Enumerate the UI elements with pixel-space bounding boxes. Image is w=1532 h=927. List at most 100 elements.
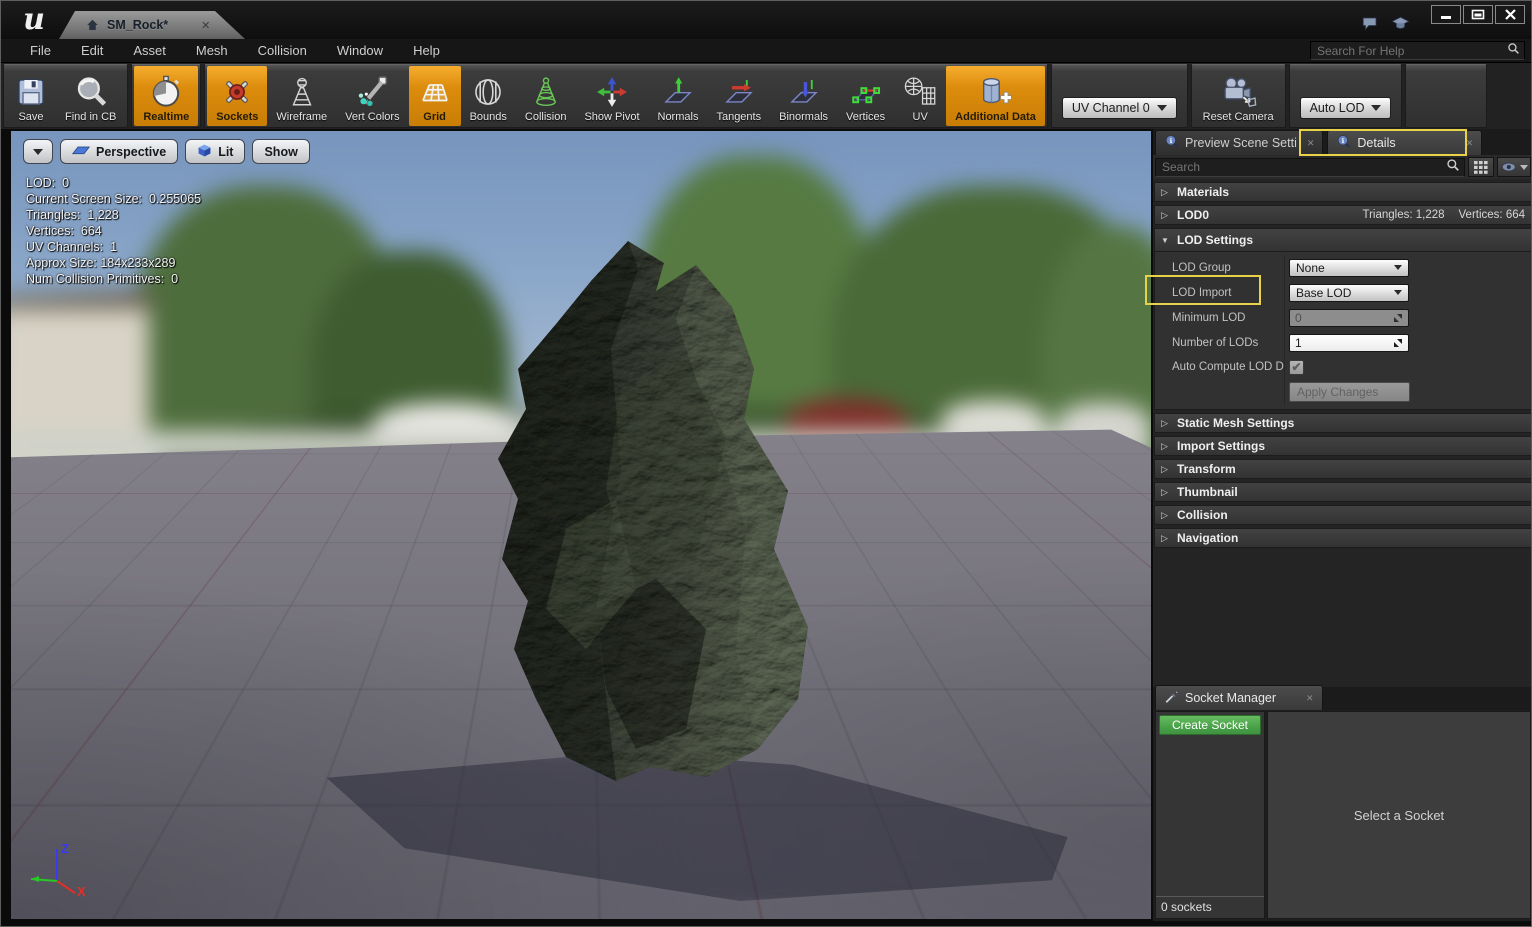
menu-file[interactable]: File xyxy=(15,39,66,63)
search-icon xyxy=(1507,42,1520,60)
paintbrush-icon xyxy=(355,73,389,111)
details-search-row xyxy=(1153,155,1532,179)
asset-tab-close-icon[interactable]: ✕ xyxy=(201,19,210,32)
create-socket-button[interactable]: Create Socket xyxy=(1159,715,1261,735)
viewport-options-button[interactable] xyxy=(23,139,53,164)
tab-details[interactable]: i Details ✕ xyxy=(1327,130,1482,155)
tab-close-icon[interactable]: ✕ xyxy=(1307,138,1315,149)
home-icon xyxy=(85,18,100,32)
auto-compute-checkbox[interactable]: ✔ xyxy=(1289,360,1304,375)
uv-icon xyxy=(903,73,937,111)
normals-icon xyxy=(661,73,695,111)
bounds-icon xyxy=(471,73,505,111)
menu-collision[interactable]: Collision xyxy=(243,39,322,63)
title-bar: u SM_Rock* ✕ xyxy=(1,1,1531,39)
svg-text:Z: Z xyxy=(61,841,69,856)
menu-bar: File Edit Asset Mesh Collision Window He… xyxy=(1,39,1531,63)
perspective-button[interactable]: Perspective xyxy=(60,139,178,164)
tab-preview-scene-settings[interactable]: i Preview Scene Setti ✕ xyxy=(1155,130,1323,155)
chevron-down-icon xyxy=(1394,265,1402,270)
uv-button[interactable]: UV xyxy=(894,66,946,126)
additional-data-button[interactable]: Additional Data xyxy=(946,66,1045,126)
socket-details-area: Select a Socket xyxy=(1267,711,1531,919)
close-button[interactable] xyxy=(1495,5,1525,24)
info-icon: i xyxy=(1336,134,1351,152)
stat-uv-channels: UV Channels: 1 xyxy=(26,239,201,255)
reset-camera-button[interactable]: Reset Camera xyxy=(1194,66,1283,126)
tangents-button[interactable]: Tangents xyxy=(707,66,770,126)
vertices-icon xyxy=(849,73,883,111)
lod0-vertices: Vertices: 664 xyxy=(1459,209,1525,221)
uv-channel-dropdown[interactable]: UV Channel 0 xyxy=(1062,97,1177,119)
menu-help[interactable]: Help xyxy=(398,39,455,63)
menu-window[interactable]: Window xyxy=(322,39,398,63)
details-search-input[interactable] xyxy=(1162,160,1446,174)
maximize-button[interactable] xyxy=(1463,5,1493,24)
rock-mesh[interactable] xyxy=(406,229,836,789)
help-search-box[interactable] xyxy=(1310,41,1525,60)
save-button[interactable]: Save xyxy=(6,66,56,126)
lod-import-dropdown[interactable]: Base LOD xyxy=(1289,284,1409,302)
select-socket-hint: Select a Socket xyxy=(1354,808,1444,823)
feedback-icon[interactable] xyxy=(1360,15,1380,38)
show-button[interactable]: Show xyxy=(252,139,309,164)
details-search-box[interactable] xyxy=(1155,158,1465,177)
expander-icon: ▷ xyxy=(1161,418,1171,429)
stat-approx-size: Approx Size: 184x233x289 xyxy=(26,255,201,271)
minimum-lod-row: Minimum LOD 0 xyxy=(1155,305,1531,330)
lod-group-dropdown[interactable]: None xyxy=(1289,259,1409,277)
drag-corner-icon xyxy=(1393,313,1403,323)
collision-icon xyxy=(529,73,563,111)
auto-lod-dropdown[interactable]: Auto LOD xyxy=(1300,97,1392,119)
expander-icon: ▷ xyxy=(1161,464,1171,475)
apply-changes-button[interactable]: Apply Changes xyxy=(1289,382,1410,402)
svg-text:i: i xyxy=(1342,137,1345,145)
minimize-button[interactable] xyxy=(1431,5,1461,24)
lit-button[interactable]: Lit xyxy=(185,139,245,164)
help-search-input[interactable] xyxy=(1317,44,1507,58)
asset-tab[interactable]: SM_Rock* ✕ xyxy=(59,11,245,39)
section-thumbnail[interactable]: ▷ Thumbnail xyxy=(1154,482,1532,502)
realtime-button[interactable]: Realtime xyxy=(134,66,198,126)
section-lod0[interactable]: ▷ LOD0 Triangles: 1,228 Vertices: 664 xyxy=(1154,205,1532,225)
section-lod-settings[interactable]: ▼ LOD Settings xyxy=(1154,228,1532,252)
drag-corner-icon xyxy=(1393,338,1403,348)
3d-viewport[interactable]: Perspective Lit Show LOD: 0 Current Scre… xyxy=(11,131,1151,919)
number-of-lods-row: Number of LODs 1 xyxy=(1155,330,1531,355)
tab-socket-manager[interactable]: Socket Manager ✕ xyxy=(1155,685,1323,710)
section-import-settings[interactable]: ▷ Import Settings xyxy=(1154,436,1532,456)
section-collision[interactable]: ▷ Collision xyxy=(1154,505,1532,525)
expander-icon: ▷ xyxy=(1161,441,1171,452)
show-pivot-button[interactable]: Show Pivot xyxy=(575,66,648,126)
tab-close-icon[interactable]: ✕ xyxy=(1306,693,1314,704)
vertices-button[interactable]: Vertices xyxy=(837,66,894,126)
number-of-lods-spinbox[interactable]: 1 xyxy=(1289,334,1409,352)
property-matrix-button[interactable] xyxy=(1468,157,1494,177)
menu-mesh[interactable]: Mesh xyxy=(181,39,243,63)
section-static-mesh-settings[interactable]: ▷ Static Mesh Settings xyxy=(1154,413,1532,433)
section-transform[interactable]: ▷ Transform xyxy=(1154,459,1532,479)
vert-colors-button[interactable]: Vert Colors xyxy=(336,66,408,126)
stat-triangles: Triangles: 1,228 xyxy=(26,207,201,223)
tab-close-icon[interactable]: ✕ xyxy=(1466,138,1474,149)
collision-button[interactable]: Collision xyxy=(516,66,576,126)
find-in-cb-button[interactable]: Find in CB xyxy=(56,66,125,126)
stat-vertices: Vertices: 664 xyxy=(26,223,201,239)
wireframe-button[interactable]: Wireframe xyxy=(267,66,336,126)
sockets-button[interactable]: Sockets xyxy=(207,66,267,126)
stat-lod: LOD: 0 xyxy=(26,175,201,191)
tutorial-icon[interactable] xyxy=(1390,15,1411,38)
normals-button[interactable]: Normals xyxy=(649,66,708,126)
section-navigation[interactable]: ▷ Navigation xyxy=(1154,528,1532,548)
section-materials[interactable]: ▷ Materials xyxy=(1154,182,1532,202)
binormals-button[interactable]: Binormals xyxy=(770,66,837,126)
bounds-button[interactable]: Bounds xyxy=(461,66,516,126)
socket-manager-panel: Create Socket 0 sockets Select a Socket xyxy=(1153,710,1532,921)
details-sections: ▷ Materials ▷ LOD0 Triangles: 1,228 Vert… xyxy=(1153,179,1532,551)
menu-edit[interactable]: Edit xyxy=(66,39,118,63)
grid-button[interactable]: Grid xyxy=(409,66,461,126)
menu-asset[interactable]: Asset xyxy=(118,39,181,63)
display-filter-button[interactable] xyxy=(1497,157,1531,177)
static-mesh-editor-window: u SM_Rock* ✕ xyxy=(0,0,1532,927)
lod-settings-body: LOD Group None LOD Import Base LO xyxy=(1154,252,1532,410)
